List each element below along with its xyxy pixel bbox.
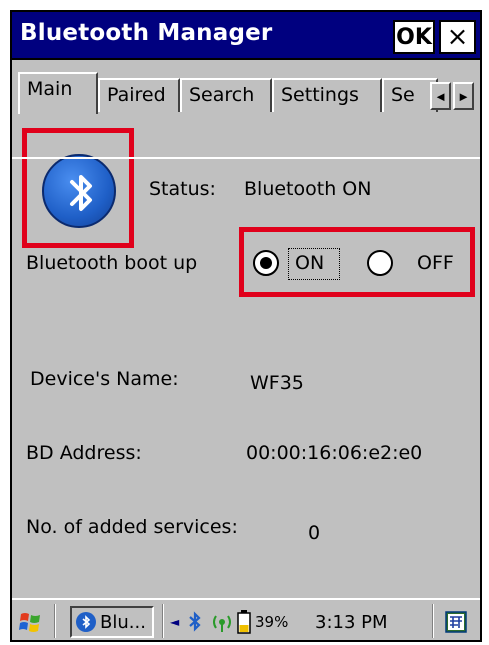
boot-on-radio[interactable] [253, 250, 279, 276]
services-label: No. of added services: [26, 516, 238, 538]
tab-strip: Main Paired Search Settings Se ◄ ► [12, 60, 480, 159]
tab-paired[interactable]: Paired [98, 78, 180, 112]
status-value: Bluetooth ON [244, 178, 372, 200]
bluetooth-icon[interactable] [42, 154, 116, 228]
tab-scroll-left-icon[interactable]: ◄ [430, 82, 451, 110]
tray-scroll-icon[interactable]: ◄ [170, 606, 184, 638]
status-label: Status: [149, 178, 216, 200]
bd-address-label: BD Address: [26, 442, 142, 464]
device-screen: Bluetooth Manager OK × Main Paired Searc… [10, 10, 482, 642]
ok-button[interactable]: OK [393, 20, 435, 54]
boot-off-radio[interactable] [367, 250, 393, 276]
close-button[interactable]: × [439, 20, 476, 54]
bluetooth-icon [76, 612, 96, 632]
tab-search[interactable]: Search [180, 78, 272, 112]
taskbar-bluetooth-task[interactable]: Blu... [70, 606, 154, 638]
tab-scroll-right-icon[interactable]: ► [453, 82, 474, 110]
taskbar: Blu... ◄ 39% 3:13 PM [12, 598, 480, 640]
device-name-value: WF35 [250, 372, 304, 394]
signal-icon[interactable] [210, 606, 234, 638]
boot-up-label: Bluetooth boot up [26, 252, 198, 274]
bluetooth-tray-icon[interactable] [187, 606, 205, 638]
tab-settings[interactable]: Settings [272, 78, 382, 112]
window-title: Bluetooth Manager [20, 20, 273, 46]
clock[interactable]: 3:13 PM [315, 606, 388, 638]
device-name-label: Device's Name: [30, 368, 179, 390]
keyboard-icon[interactable] [444, 606, 470, 638]
boot-on-label[interactable]: ON [295, 252, 324, 274]
taskbar-task-label: Blu... [100, 611, 146, 633]
battery-icon[interactable] [236, 606, 254, 638]
title-bar: Bluetooth Manager OK × [12, 12, 480, 60]
services-value: 0 [308, 522, 321, 544]
battery-percent: 39% [255, 613, 289, 631]
boot-off-label[interactable]: OFF [417, 252, 454, 274]
windows-start-icon[interactable] [18, 606, 48, 638]
tab-main[interactable]: Main [18, 72, 98, 114]
bd-address-value: 00:00:16:06:e2:e0 [246, 442, 423, 464]
